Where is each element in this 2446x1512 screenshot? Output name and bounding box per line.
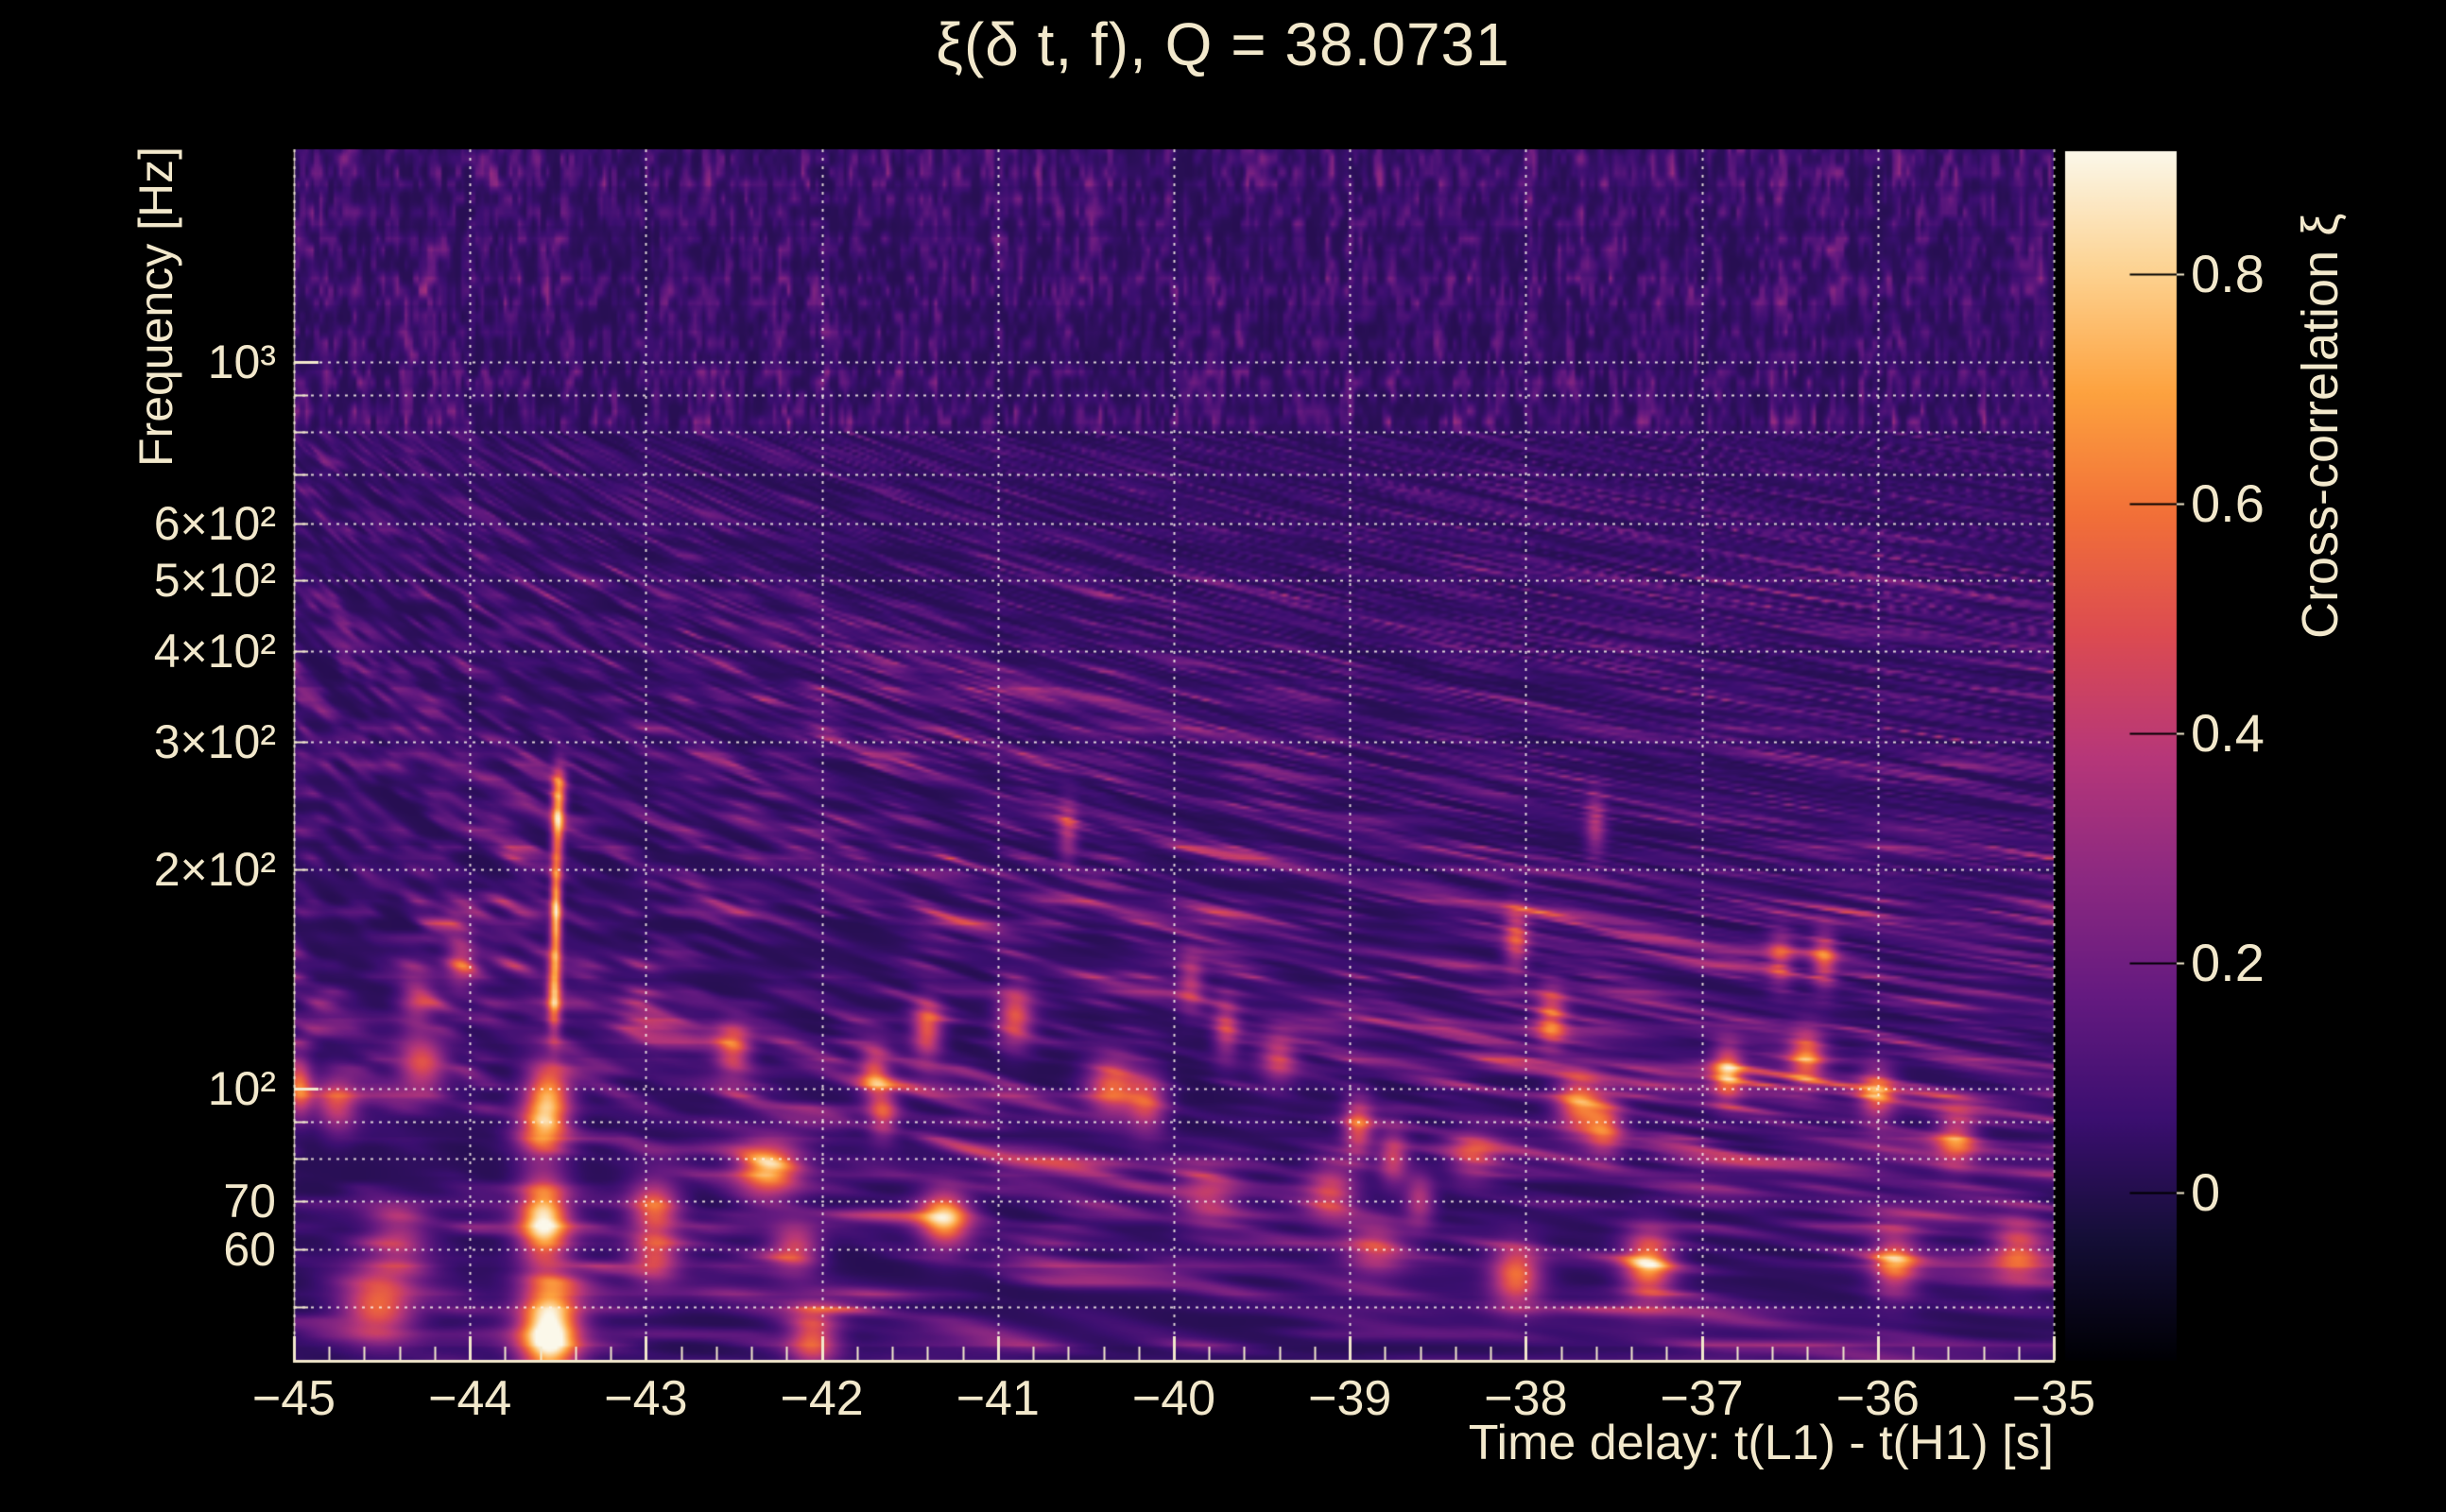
- y-tick-label: 4×10²: [153, 624, 276, 678]
- colorbar-title: Cross-correlation ξ: [2292, 213, 2349, 639]
- x-tick-label: −45: [251, 1371, 336, 1426]
- x-tick-label: −37: [1660, 1371, 1744, 1426]
- x-tick-label: −43: [604, 1371, 688, 1426]
- y-tick-label: 10²: [207, 1061, 276, 1115]
- x-tick-label: −38: [1484, 1371, 1568, 1426]
- spectrogram-canvas: [0, 0, 2446, 1512]
- colorbar-tick-label: 0.6: [2191, 473, 2265, 533]
- y-tick-label: 6×10²: [153, 496, 276, 550]
- x-tick-label: −35: [2011, 1371, 2096, 1426]
- colorbar-tick-label: 0.4: [2191, 703, 2265, 763]
- cross-correlation-spectrogram-figure: ξ(δ t, f), Q = 38.0731 Frequency [Hz] Ti…: [0, 0, 2446, 1512]
- y-tick-label: 60: [223, 1223, 276, 1277]
- y-tick-label: 70: [223, 1174, 276, 1228]
- y-axis-title: Frequency [Hz]: [129, 146, 182, 467]
- colorbar-tick-label: 0.8: [2191, 244, 2265, 303]
- x-tick-label: −36: [1835, 1371, 1920, 1426]
- y-tick-label: 5×10²: [153, 554, 276, 608]
- colorbar-tick-label: 0: [2191, 1162, 2221, 1222]
- plot-title: ξ(δ t, f), Q = 38.0731: [936, 10, 1510, 78]
- colorbar-tick-label: 0.2: [2191, 933, 2265, 992]
- y-tick-label: 2×10²: [153, 843, 276, 897]
- x-tick-label: −39: [1308, 1371, 1392, 1426]
- y-tick-label: 3×10²: [153, 714, 276, 768]
- x-tick-label: −44: [428, 1371, 512, 1426]
- y-tick-label: 10³: [207, 335, 276, 388]
- x-tick-label: −40: [1131, 1371, 1216, 1426]
- x-tick-label: −42: [780, 1371, 864, 1426]
- x-tick-label: −41: [956, 1371, 1040, 1426]
